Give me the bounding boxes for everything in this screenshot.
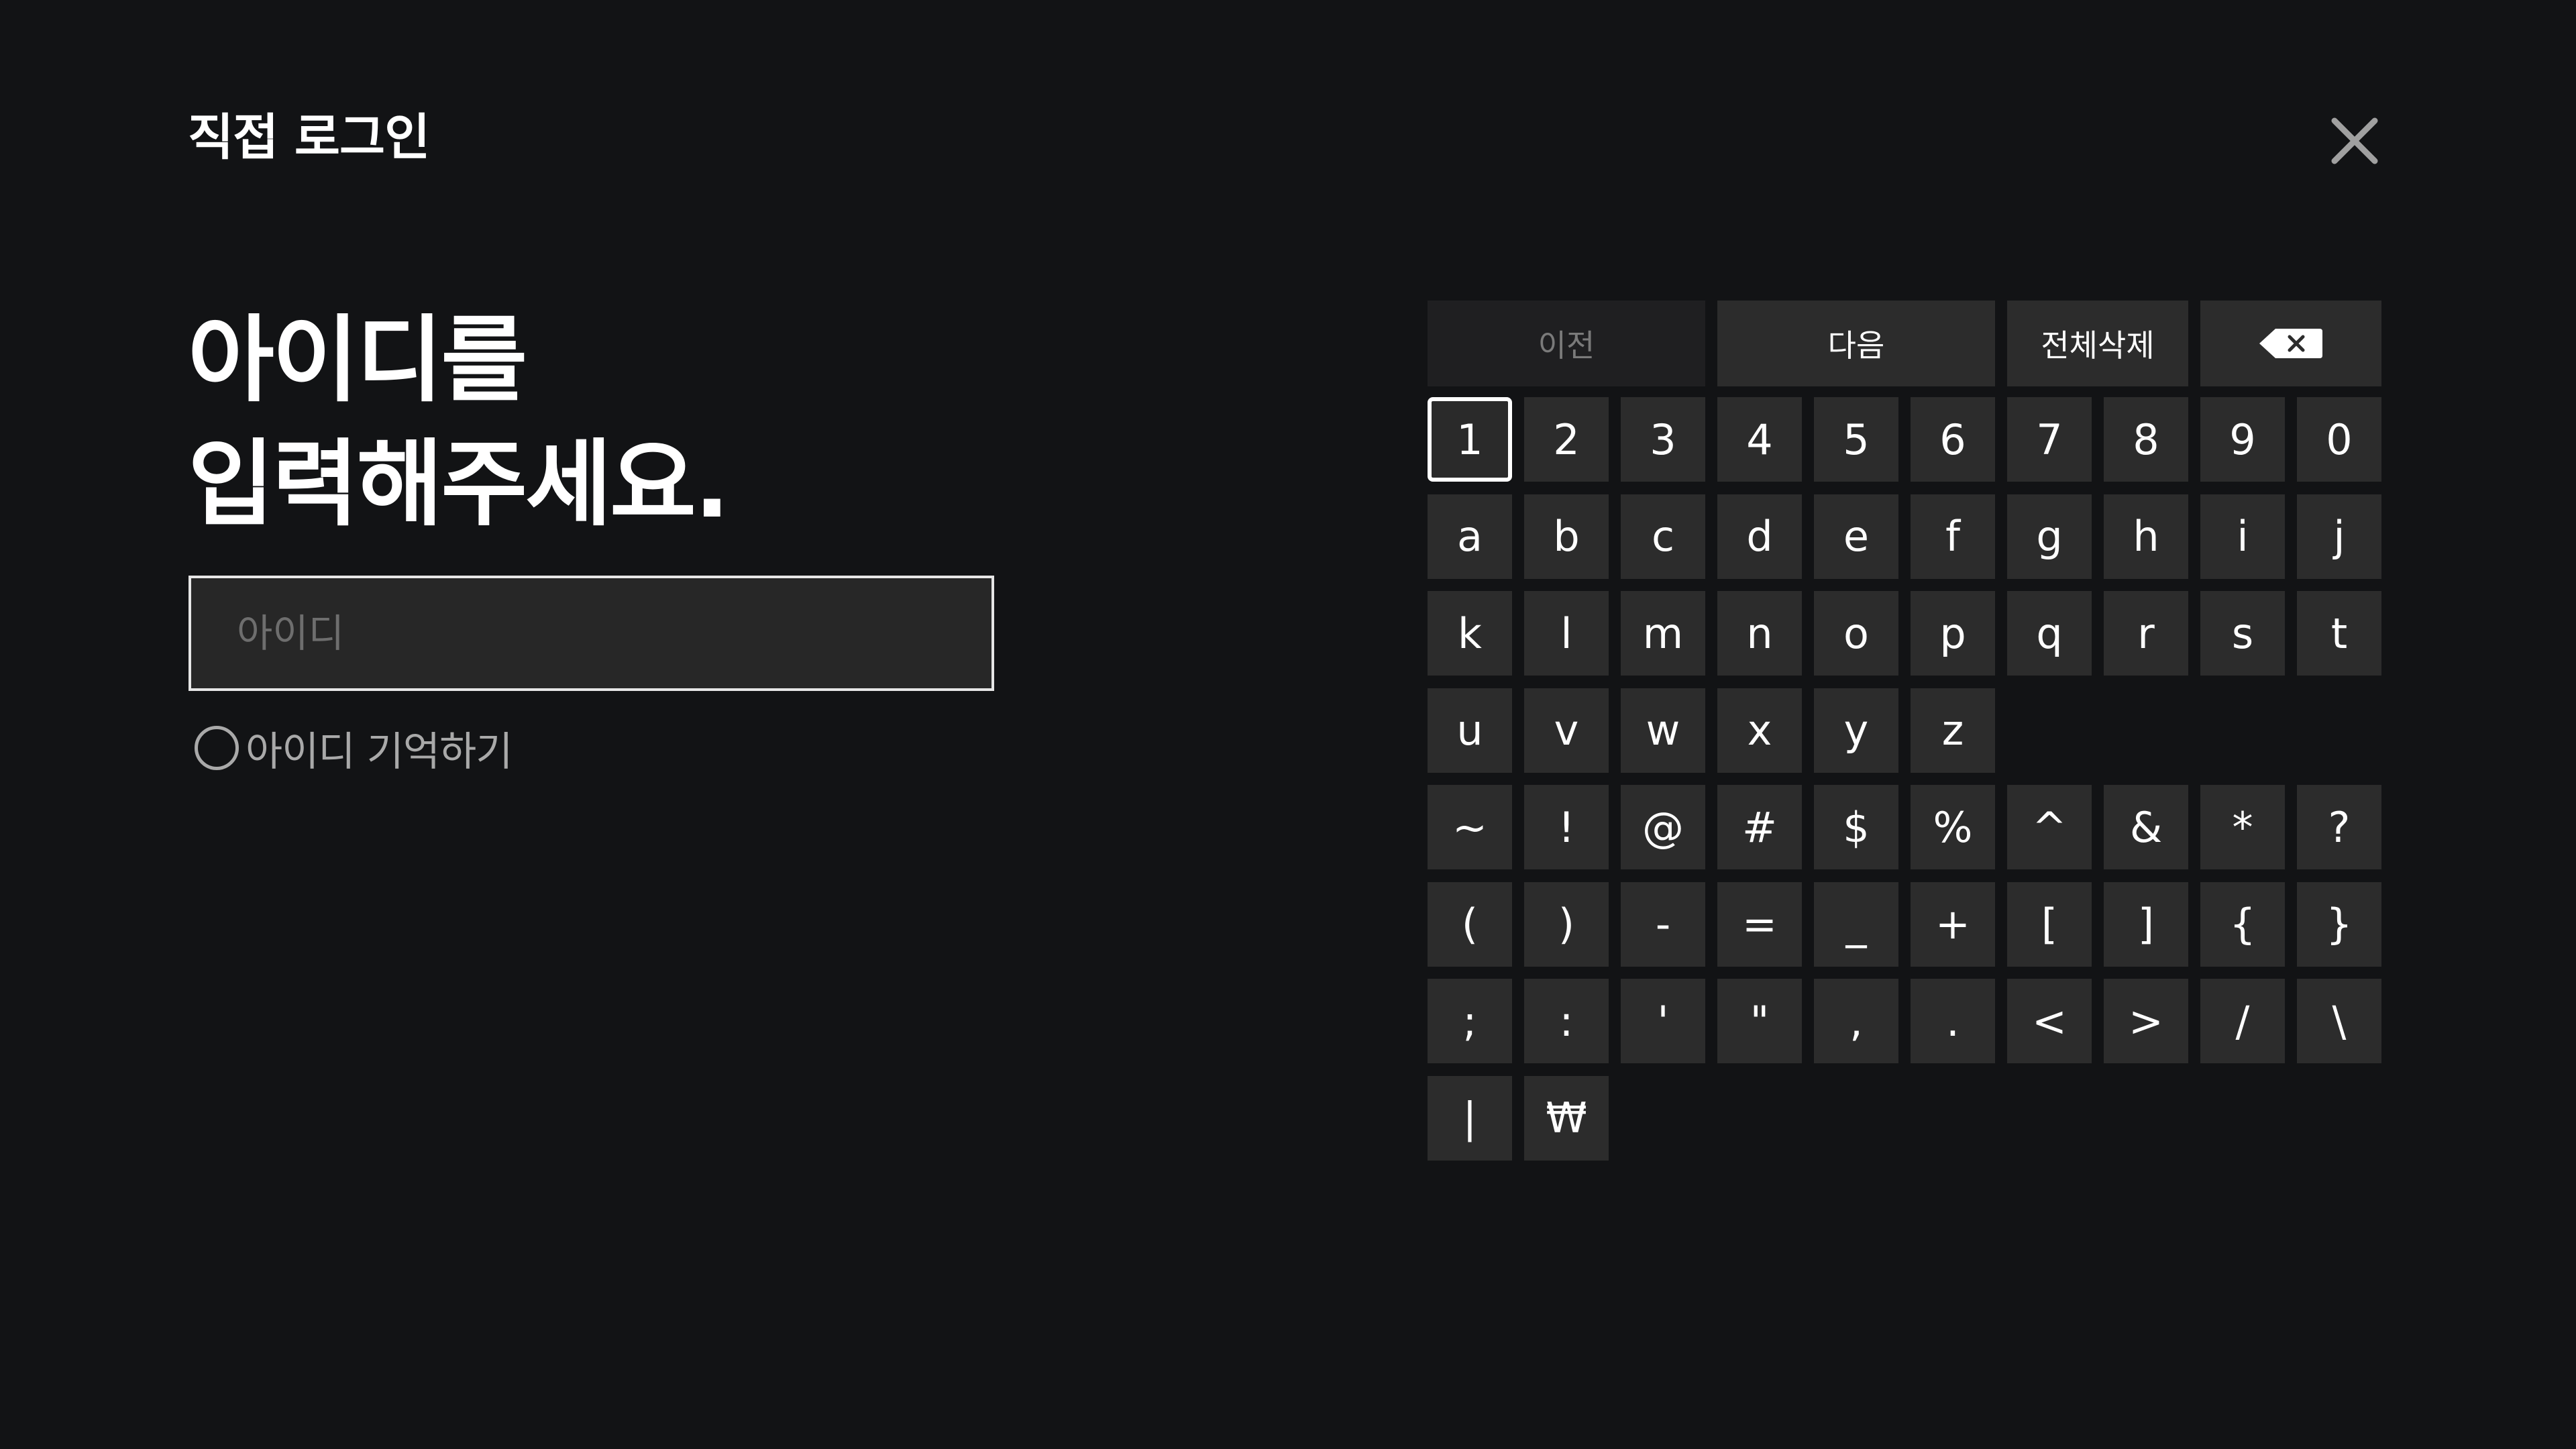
key-p[interactable]: p xyxy=(1911,591,1995,676)
key-i[interactable]: i xyxy=(2200,494,2285,579)
key-9[interactable]: 9 xyxy=(2200,397,2285,482)
key-underscore[interactable]: _ xyxy=(1814,881,1898,967)
key-x[interactable]: x xyxy=(1717,688,1802,773)
key-n[interactable]: n xyxy=(1717,591,1802,676)
key-hash[interactable]: # xyxy=(1717,785,1802,869)
key-1[interactable]: 1 xyxy=(1428,397,1512,482)
login-prompt-heading: 아이디를 입력해주세요. xyxy=(188,299,730,547)
key-f[interactable]: f xyxy=(1911,494,1995,579)
key-m[interactable]: m xyxy=(1621,591,1705,676)
clear-all-key[interactable]: 전체삭제 xyxy=(2007,301,2188,386)
key-left-bracket[interactable]: [ xyxy=(2007,881,2092,967)
prompt-line-2: 입력해주세요. xyxy=(188,430,730,539)
key-backslash[interactable]: \ xyxy=(2297,979,2381,1063)
key-e[interactable]: e xyxy=(1814,494,1898,579)
key-k[interactable]: k xyxy=(1428,591,1512,676)
key-equals[interactable]: = xyxy=(1717,881,1802,967)
key-left-paren[interactable]: ( xyxy=(1428,881,1512,967)
key-at[interactable]: @ xyxy=(1621,785,1705,869)
key-3[interactable]: 3 xyxy=(1621,397,1705,482)
key-apostrophe[interactable]: ' xyxy=(1621,979,1705,1063)
key-8[interactable]: 8 xyxy=(2104,397,2188,482)
key-6[interactable]: 6 xyxy=(1911,397,1995,482)
close-icon xyxy=(2331,117,2378,164)
key-plus[interactable]: + xyxy=(1911,881,1995,967)
key-ampersand[interactable]: & xyxy=(2104,785,2188,869)
key-period[interactable]: . xyxy=(1911,979,1995,1063)
key-v[interactable]: v xyxy=(1524,688,1609,773)
key-right-brace[interactable]: } xyxy=(2297,881,2381,967)
key-s[interactable]: s xyxy=(2200,591,2285,676)
key-colon[interactable]: : xyxy=(1524,979,1609,1063)
prev-key[interactable]: 이전 xyxy=(1428,301,1705,386)
remember-id-checkbox[interactable]: 아이디 기억하기 xyxy=(195,719,513,777)
key-less-than[interactable]: < xyxy=(2007,979,2092,1063)
key-w[interactable]: w xyxy=(1621,688,1705,773)
key-l[interactable]: l xyxy=(1524,591,1609,676)
key-percent[interactable]: % xyxy=(1911,785,1995,869)
key-q[interactable]: q xyxy=(2007,591,2092,676)
key-4[interactable]: 4 xyxy=(1717,397,1802,482)
key-caret[interactable]: ^ xyxy=(2007,785,2092,869)
key-h[interactable]: h xyxy=(2104,494,2188,579)
key-y[interactable]: y xyxy=(1814,688,1898,773)
key-z[interactable]: z xyxy=(1911,688,1995,773)
checkbox-circle-icon xyxy=(195,726,239,770)
key-5[interactable]: 5 xyxy=(1814,397,1898,482)
key-asterisk[interactable]: * xyxy=(2200,785,2285,869)
backspace-icon xyxy=(2259,329,2322,358)
prompt-line-1: 아이디를 xyxy=(188,306,527,415)
id-input[interactable] xyxy=(189,576,994,691)
key-tilde[interactable]: ~ xyxy=(1428,785,1512,869)
on-screen-keyboard: 이전 다음 전체삭제 1234567890 abcdefghij klmnopqrs… xyxy=(1428,301,2381,1161)
key-a[interactable]: a xyxy=(1428,494,1512,579)
key-o[interactable]: o xyxy=(1814,591,1898,676)
key-2[interactable]: 2 xyxy=(1524,397,1609,482)
key-0[interactable]: 0 xyxy=(2297,397,2381,482)
key-r[interactable]: r xyxy=(2104,591,2188,676)
key-u[interactable]: u xyxy=(1428,688,1512,773)
key-d[interactable]: d xyxy=(1717,494,1802,579)
key-j[interactable]: j xyxy=(2297,494,2381,579)
key-double-quote[interactable]: " xyxy=(1717,979,1802,1063)
next-key[interactable]: 다음 xyxy=(1717,301,1995,386)
key-right-paren[interactable]: ) xyxy=(1524,881,1609,967)
key-hyphen[interactable]: - xyxy=(1621,881,1705,967)
page-title: 직접 로그인 xyxy=(188,109,430,166)
key-exclamation[interactable]: ! xyxy=(1524,785,1609,869)
key-t[interactable]: t xyxy=(2297,591,2381,676)
key-g[interactable]: g xyxy=(2007,494,2092,579)
key-pipe[interactable]: | xyxy=(1428,1075,1512,1161)
key-greater-than[interactable]: > xyxy=(2104,979,2188,1063)
key-semicolon[interactable]: ; xyxy=(1428,979,1512,1063)
key-c[interactable]: c xyxy=(1621,494,1705,579)
key-7[interactable]: 7 xyxy=(2007,397,2092,482)
backspace-key[interactable] xyxy=(2200,301,2381,386)
key-won[interactable]: ₩ xyxy=(1524,1075,1609,1161)
key-dollar[interactable]: $ xyxy=(1814,785,1898,869)
key-comma[interactable]: , xyxy=(1814,979,1898,1063)
key-left-brace[interactable]: { xyxy=(2200,881,2285,967)
key-slash[interactable]: / xyxy=(2200,979,2285,1063)
key-right-bracket[interactable]: ] xyxy=(2104,881,2188,967)
key-b[interactable]: b xyxy=(1524,494,1609,579)
remember-id-label: 아이디 기억하기 xyxy=(246,728,513,775)
key-question[interactable]: ? xyxy=(2297,785,2381,869)
close-button[interactable] xyxy=(2321,107,2388,174)
